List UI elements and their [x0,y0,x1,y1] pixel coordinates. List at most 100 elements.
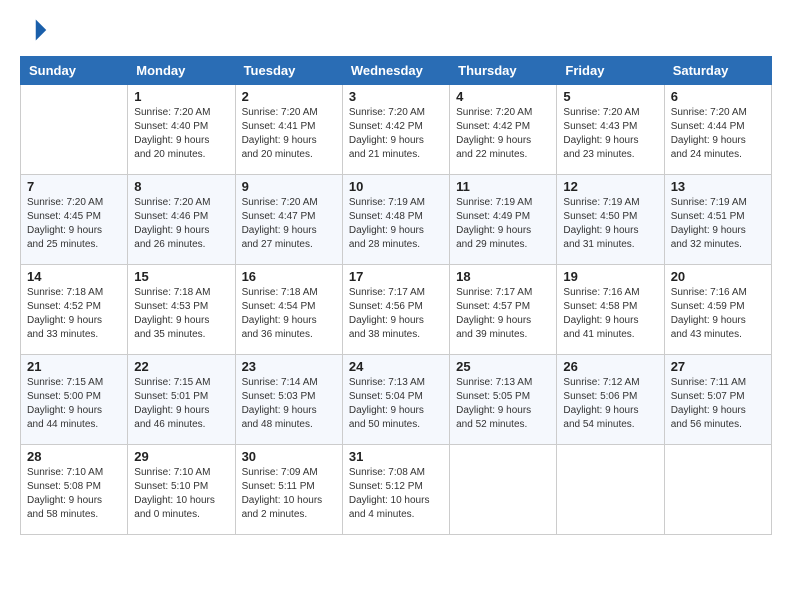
calendar-cell: 19 Sunrise: 7:16 AM Sunset: 4:58 PM Dayli… [557,265,664,355]
day-info: Sunrise: 7:20 AM Sunset: 4:43 PM Dayligh… [563,106,657,162]
weekday-header-tuesday: Tuesday [235,57,342,85]
day-info: Sunrise: 7:12 AM Sunset: 5:06 PM Dayligh… [563,376,657,432]
day-number: 26 [563,359,657,374]
day-number: 15 [134,269,228,284]
page: SundayMondayTuesdayWednesdayThursdayFrid… [0,0,792,555]
day-number: 13 [671,179,765,194]
calendar-cell: 31Sunrise: 7:08 AM Sunset: 5:12 PM Dayli… [342,445,449,535]
day-info: Sunrise: 7:19 AM Sunset: 4:49 PM Dayligh… [456,196,550,252]
weekday-header-row: SundayMondayTuesdayWednesdayThursdayFrid… [21,57,772,85]
weekday-header-wednesday: Wednesday [342,57,449,85]
day-info: Sunrise: 7:13 AM Sunset: 5:05 PM Dayligh… [456,376,550,432]
day-info: Sunrise: 7:16 AM Sunset: 4:59 PM Dayligh… [671,286,765,342]
calendar-cell: 4 Sunrise: 7:20 AM Sunset: 4:42 PM Daylig… [450,85,557,175]
day-info: Sunrise: 7:11 AM Sunset: 5:07 PM Dayligh… [671,376,765,432]
day-info: Sunrise: 7:18 AM Sunset: 4:54 PM Dayligh… [242,286,336,342]
day-info: Sunrise: 7:18 AM Sunset: 4:52 PM Dayligh… [27,286,121,342]
calendar-cell: 10 Sunrise: 7:19 AM Sunset: 4:48 PM Dayli… [342,175,449,265]
calendar-cell: 26 Sunrise: 7:12 AM Sunset: 5:06 PM Dayli… [557,355,664,445]
day-number: 18 [456,269,550,284]
day-info: Sunrise: 7:20 AM Sunset: 4:44 PM Dayligh… [671,106,765,162]
day-number: 29 [134,449,228,464]
day-info: Sunrise: 7:17 AM Sunset: 4:57 PM Dayligh… [456,286,550,342]
day-number: 19 [563,269,657,284]
day-info: Sunrise: 7:20 AM Sunset: 4:46 PM Dayligh… [134,196,228,252]
day-number: 23 [242,359,336,374]
day-number: 21 [27,359,121,374]
calendar-cell: 16Sunrise: 7:18 AM Sunset: 4:54 PM Dayli… [235,265,342,355]
day-number: 3 [349,89,443,104]
calendar-cell: 18 Sunrise: 7:17 AM Sunset: 4:57 PM Dayli… [450,265,557,355]
calendar-cell: 12 Sunrise: 7:19 AM Sunset: 4:50 PM Dayli… [557,175,664,265]
day-info: Sunrise: 7:09 AM Sunset: 5:11 PM Dayligh… [242,466,336,522]
calendar-cell: 15 Sunrise: 7:18 AM Sunset: 4:53 PM Dayli… [128,265,235,355]
header [20,16,772,44]
day-number: 8 [134,179,228,194]
calendar-cell: 27 Sunrise: 7:11 AM Sunset: 5:07 PM Dayli… [664,355,771,445]
day-number: 25 [456,359,550,374]
day-info: Sunrise: 7:20 AM Sunset: 4:42 PM Dayligh… [349,106,443,162]
day-info: Sunrise: 7:18 AM Sunset: 4:53 PM Dayligh… [134,286,228,342]
calendar-cell [21,85,128,175]
day-number: 22 [134,359,228,374]
day-number: 11 [456,179,550,194]
day-info: Sunrise: 7:13 AM Sunset: 5:04 PM Dayligh… [349,376,443,432]
calendar-cell [664,445,771,535]
day-number: 9 [242,179,336,194]
day-number: 24 [349,359,443,374]
day-number: 17 [349,269,443,284]
calendar-cell [450,445,557,535]
calendar-cell: 5Sunrise: 7:20 AM Sunset: 4:43 PM Daylig… [557,85,664,175]
day-number: 4 [456,89,550,104]
day-number: 31 [349,449,443,464]
day-info: Sunrise: 7:20 AM Sunset: 4:40 PM Dayligh… [134,106,228,162]
day-number: 14 [27,269,121,284]
calendar-table: SundayMondayTuesdayWednesdayThursdayFrid… [20,56,772,535]
day-info: Sunrise: 7:10 AM Sunset: 5:10 PM Dayligh… [134,466,228,522]
weekday-header-monday: Monday [128,57,235,85]
day-info: Sunrise: 7:15 AM Sunset: 5:01 PM Dayligh… [134,376,228,432]
weekday-header-sunday: Sunday [21,57,128,85]
week-row-5: 28 Sunrise: 7:10 AM Sunset: 5:08 PM Dayli… [21,445,772,535]
day-number: 6 [671,89,765,104]
day-number: 2 [242,89,336,104]
day-number: 7 [27,179,121,194]
calendar-cell: 9 Sunrise: 7:20 AM Sunset: 4:47 PM Daylig… [235,175,342,265]
week-row-2: 7 Sunrise: 7:20 AM Sunset: 4:45 PM Daylig… [21,175,772,265]
day-info: Sunrise: 7:17 AM Sunset: 4:56 PM Dayligh… [349,286,443,342]
day-number: 28 [27,449,121,464]
calendar-cell: 20Sunrise: 7:16 AM Sunset: 4:59 PM Dayli… [664,265,771,355]
weekday-header-thursday: Thursday [450,57,557,85]
day-info: Sunrise: 7:16 AM Sunset: 4:58 PM Dayligh… [563,286,657,342]
calendar-cell: 17 Sunrise: 7:17 AM Sunset: 4:56 PM Dayli… [342,265,449,355]
calendar-cell: 8 Sunrise: 7:20 AM Sunset: 4:46 PM Daylig… [128,175,235,265]
day-number: 27 [671,359,765,374]
calendar-cell: 6 Sunrise: 7:20 AM Sunset: 4:44 PM Daylig… [664,85,771,175]
day-info: Sunrise: 7:19 AM Sunset: 4:50 PM Dayligh… [563,196,657,252]
day-number: 12 [563,179,657,194]
day-info: Sunrise: 7:20 AM Sunset: 4:47 PM Dayligh… [242,196,336,252]
day-info: Sunrise: 7:20 AM Sunset: 4:45 PM Dayligh… [27,196,121,252]
calendar-cell: 3 Sunrise: 7:20 AM Sunset: 4:42 PM Daylig… [342,85,449,175]
calendar-cell: 22 Sunrise: 7:15 AM Sunset: 5:01 PM Dayli… [128,355,235,445]
day-number: 10 [349,179,443,194]
calendar-cell: 30 Sunrise: 7:09 AM Sunset: 5:11 PM Dayli… [235,445,342,535]
day-info: Sunrise: 7:15 AM Sunset: 5:00 PM Dayligh… [27,376,121,432]
day-info: Sunrise: 7:10 AM Sunset: 5:08 PM Dayligh… [27,466,121,522]
week-row-1: 1Sunrise: 7:20 AM Sunset: 4:40 PM Daylig… [21,85,772,175]
week-row-3: 14 Sunrise: 7:18 AM Sunset: 4:52 PM Dayli… [21,265,772,355]
day-info: Sunrise: 7:20 AM Sunset: 4:42 PM Dayligh… [456,106,550,162]
calendar-cell: 23Sunrise: 7:14 AM Sunset: 5:03 PM Dayli… [235,355,342,445]
day-number: 30 [242,449,336,464]
calendar-cell: 14 Sunrise: 7:18 AM Sunset: 4:52 PM Dayli… [21,265,128,355]
day-info: Sunrise: 7:19 AM Sunset: 4:48 PM Dayligh… [349,196,443,252]
calendar-cell: 21 Sunrise: 7:15 AM Sunset: 5:00 PM Dayli… [21,355,128,445]
day-info: Sunrise: 7:20 AM Sunset: 4:41 PM Dayligh… [242,106,336,162]
calendar-cell: 11 Sunrise: 7:19 AM Sunset: 4:49 PM Dayli… [450,175,557,265]
week-row-4: 21 Sunrise: 7:15 AM Sunset: 5:00 PM Dayli… [21,355,772,445]
calendar-cell: 28 Sunrise: 7:10 AM Sunset: 5:08 PM Dayli… [21,445,128,535]
logo [20,16,52,44]
day-info: Sunrise: 7:19 AM Sunset: 4:51 PM Dayligh… [671,196,765,252]
calendar-cell [557,445,664,535]
calendar-cell: 13 Sunrise: 7:19 AM Sunset: 4:51 PM Dayli… [664,175,771,265]
